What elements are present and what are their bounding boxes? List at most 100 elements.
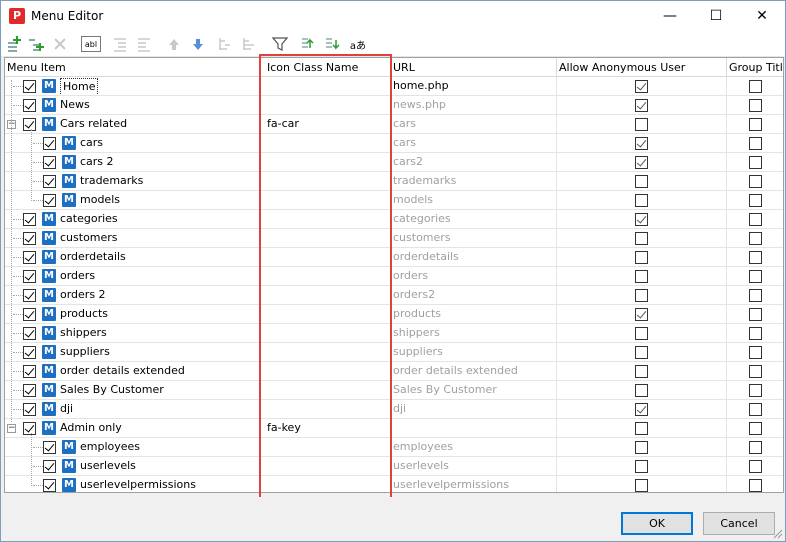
url-cell[interactable]: orders bbox=[391, 267, 557, 286]
url-cell[interactable]: Sales By Customer bbox=[391, 381, 557, 400]
menu-item-label[interactable]: orders 2 bbox=[60, 286, 106, 304]
url-cell[interactable]: cars bbox=[391, 134, 557, 153]
allow-anonymous-cell[interactable] bbox=[557, 229, 727, 248]
group-title-cell[interactable] bbox=[727, 134, 783, 153]
url-cell[interactable]: orders2 bbox=[391, 286, 557, 305]
column-header-menu-item[interactable]: Menu Item bbox=[5, 58, 261, 77]
group-title-cell[interactable] bbox=[727, 362, 783, 381]
allow-anonymous-cell[interactable] bbox=[557, 457, 727, 476]
allow-anonymous-cell[interactable] bbox=[557, 96, 727, 115]
menu-item-enabled-checkbox[interactable] bbox=[43, 460, 56, 473]
allow-anonymous-cell[interactable] bbox=[557, 438, 727, 457]
allow-anonymous-cell[interactable] bbox=[557, 419, 727, 438]
allow-anonymous-checkbox[interactable] bbox=[635, 175, 648, 188]
allow-anonymous-checkbox[interactable] bbox=[635, 99, 648, 112]
table-row[interactable]: Memployees employees bbox=[5, 438, 783, 457]
table-row[interactable]: M Home home.php bbox=[5, 77, 783, 96]
url-cell[interactable]: categories bbox=[391, 210, 557, 229]
allow-anonymous-cell[interactable] bbox=[557, 400, 727, 419]
collapse-all-button[interactable] bbox=[241, 35, 259, 53]
group-title-checkbox[interactable] bbox=[749, 137, 762, 150]
menu-item-label[interactable]: Home bbox=[60, 78, 99, 95]
translate-button[interactable]: aあ bbox=[349, 35, 367, 53]
group-title-checkbox[interactable] bbox=[749, 422, 762, 435]
icon-class-cell[interactable] bbox=[261, 400, 391, 419]
menu-item-label[interactable]: userlevelpermissions bbox=[80, 476, 196, 492]
group-title-checkbox[interactable] bbox=[749, 403, 762, 416]
url-cell[interactable]: cars2 bbox=[391, 153, 557, 172]
table-row[interactable]: Morderdetails orderdetails bbox=[5, 248, 783, 267]
allow-anonymous-cell[interactable] bbox=[557, 191, 727, 210]
allow-anonymous-checkbox[interactable] bbox=[635, 384, 648, 397]
group-title-cell[interactable] bbox=[727, 400, 783, 419]
table-row[interactable]: Mproducts products bbox=[5, 305, 783, 324]
url-cell[interactable]: userlevelpermissions bbox=[391, 476, 557, 492]
url-cell[interactable]: shippers bbox=[391, 324, 557, 343]
allow-anonymous-cell[interactable] bbox=[557, 381, 727, 400]
allow-anonymous-checkbox[interactable] bbox=[635, 251, 648, 264]
url-cell[interactable]: employees bbox=[391, 438, 557, 457]
column-header-allow-anonymous[interactable]: Allow Anonymous User bbox=[557, 58, 727, 77]
ok-button[interactable]: OK bbox=[621, 512, 693, 535]
allow-anonymous-checkbox[interactable] bbox=[635, 270, 648, 283]
menu-item-enabled-checkbox[interactable] bbox=[23, 270, 36, 283]
menu-item-cell[interactable]: M Home bbox=[5, 77, 261, 96]
close-window-button[interactable]: ✕ bbox=[739, 1, 785, 31]
menu-item-cell[interactable]: Msuppliers bbox=[5, 343, 261, 362]
group-title-checkbox[interactable] bbox=[749, 118, 762, 131]
group-title-cell[interactable] bbox=[727, 343, 783, 362]
icon-class-cell[interactable] bbox=[261, 381, 391, 400]
menu-item-enabled-checkbox[interactable] bbox=[23, 365, 36, 378]
menu-item-label[interactable]: Sales By Customer bbox=[60, 381, 164, 399]
table-row[interactable]: Mshippers shippers bbox=[5, 324, 783, 343]
menu-item-label[interactable]: categories bbox=[60, 210, 118, 228]
allow-anonymous-checkbox[interactable] bbox=[635, 156, 648, 169]
icon-class-cell[interactable] bbox=[261, 210, 391, 229]
group-title-cell[interactable] bbox=[727, 305, 783, 324]
allow-anonymous-cell[interactable] bbox=[557, 77, 727, 96]
group-title-cell[interactable] bbox=[727, 419, 783, 438]
allow-anonymous-checkbox[interactable] bbox=[635, 194, 648, 207]
menu-item-enabled-checkbox[interactable] bbox=[23, 80, 36, 93]
group-title-checkbox[interactable] bbox=[749, 327, 762, 340]
group-title-cell[interactable] bbox=[727, 153, 783, 172]
group-title-checkbox[interactable] bbox=[749, 384, 762, 397]
allow-anonymous-checkbox[interactable] bbox=[635, 479, 648, 492]
group-title-checkbox[interactable] bbox=[749, 270, 762, 283]
icon-class-cell[interactable] bbox=[261, 324, 391, 343]
menu-item-enabled-checkbox[interactable] bbox=[23, 346, 36, 359]
move-down-button[interactable] bbox=[189, 35, 207, 53]
menu-item-enabled-checkbox[interactable] bbox=[23, 384, 36, 397]
allow-anonymous-cell[interactable] bbox=[557, 115, 727, 134]
export-button[interactable] bbox=[323, 35, 341, 53]
icon-class-cell[interactable] bbox=[261, 286, 391, 305]
minimize-button[interactable]: — bbox=[647, 1, 693, 31]
move-up-button[interactable] bbox=[165, 35, 183, 53]
allow-anonymous-cell[interactable] bbox=[557, 134, 727, 153]
allow-anonymous-cell[interactable] bbox=[557, 267, 727, 286]
menu-item-label[interactable]: orders bbox=[60, 267, 95, 285]
table-row[interactable]: Mtrademarks trademarks bbox=[5, 172, 783, 191]
icon-class-cell[interactable] bbox=[261, 172, 391, 191]
menu-item-label[interactable]: employees bbox=[80, 438, 140, 456]
filter-button[interactable] bbox=[271, 35, 289, 53]
group-title-cell[interactable] bbox=[727, 438, 783, 457]
icon-class-cell[interactable] bbox=[261, 457, 391, 476]
column-header-url[interactable]: URL bbox=[391, 58, 557, 77]
table-row[interactable]: Mmodels models bbox=[5, 191, 783, 210]
url-cell[interactable] bbox=[391, 419, 557, 438]
menu-item-enabled-checkbox[interactable] bbox=[23, 422, 36, 435]
allow-anonymous-cell[interactable] bbox=[557, 476, 727, 492]
rename-button[interactable]: abl bbox=[81, 36, 101, 52]
menu-item-label[interactable]: Admin only bbox=[60, 419, 122, 437]
allow-anonymous-checkbox[interactable] bbox=[635, 118, 648, 131]
menu-item-cell[interactable]: Mcategories bbox=[5, 210, 261, 229]
url-cell[interactable]: userlevels bbox=[391, 457, 557, 476]
menu-item-enabled-checkbox[interactable] bbox=[23, 327, 36, 340]
allow-anonymous-checkbox[interactable] bbox=[635, 403, 648, 416]
group-title-checkbox[interactable] bbox=[749, 365, 762, 378]
menu-item-label[interactable]: cars bbox=[80, 134, 103, 152]
group-title-cell[interactable] bbox=[727, 191, 783, 210]
group-title-cell[interactable] bbox=[727, 96, 783, 115]
menu-item-cell[interactable]: Mdji bbox=[5, 400, 261, 419]
